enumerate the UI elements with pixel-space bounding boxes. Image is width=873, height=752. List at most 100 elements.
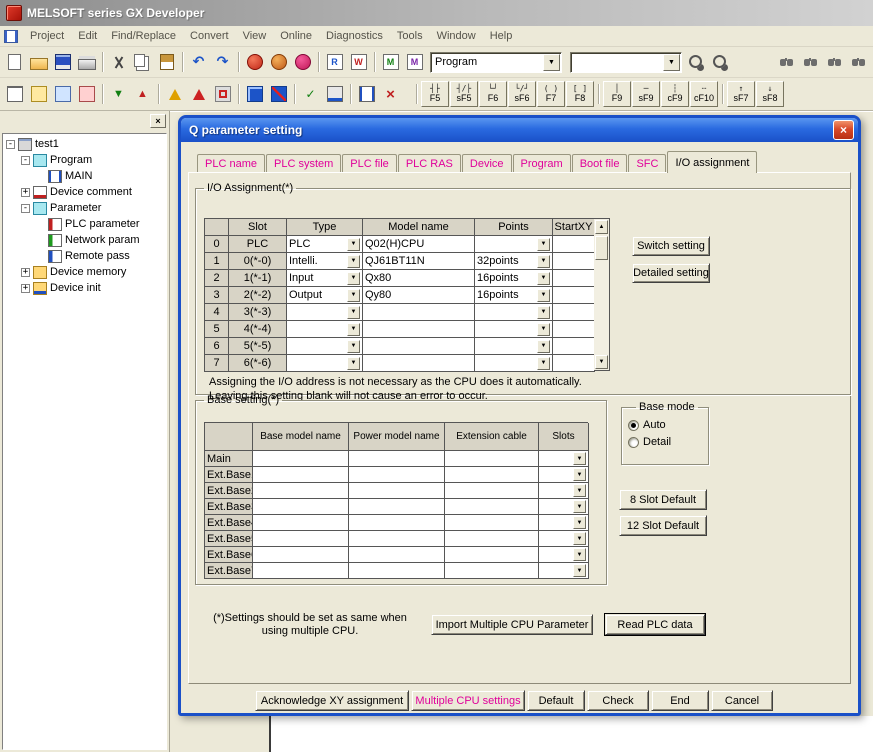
scroll-up-icon[interactable] xyxy=(595,220,608,234)
chevron-down-icon[interactable] xyxy=(347,323,360,336)
tree-expander[interactable]: - xyxy=(21,156,30,165)
detailed-setting-button[interactable]: Detailed setting xyxy=(632,263,710,283)
instruction-list-icon[interactable] xyxy=(267,51,290,73)
base-model-name-cell[interactable] xyxy=(253,531,349,547)
program-type-combo[interactable]: Program xyxy=(430,52,562,73)
menu-item[interactable]: Find/Replace xyxy=(104,28,183,44)
chevron-down-icon[interactable] xyxy=(573,564,586,577)
chevron-down-icon[interactable] xyxy=(537,255,550,268)
clear-icon[interactable] xyxy=(379,83,402,105)
model-name-cell[interactable]: QJ61BT11N xyxy=(363,253,475,270)
type-cell[interactable] xyxy=(287,338,363,355)
comment-edit-icon[interactable] xyxy=(27,83,50,105)
points-cell[interactable]: 16points xyxy=(475,270,553,287)
power-model-name-cell[interactable] xyxy=(349,467,445,483)
chevron-down-icon[interactable] xyxy=(347,238,360,251)
write-mode-icon[interactable] xyxy=(347,51,370,73)
monitor-write-mode-icon[interactable] xyxy=(403,51,426,73)
base-model-name-cell[interactable] xyxy=(253,515,349,531)
project-data-list-icon[interactable] xyxy=(3,83,26,105)
close-icon[interactable] xyxy=(833,120,854,140)
base-model-name-cell[interactable] xyxy=(253,499,349,515)
ladder-display-icon[interactable] xyxy=(243,51,266,73)
tree-item[interactable]: + Device comment xyxy=(3,184,166,200)
default-button[interactable]: Default xyxy=(527,690,585,711)
startxy-cell[interactable] xyxy=(553,321,595,338)
base-model-name-cell[interactable] xyxy=(253,547,349,563)
tree-expander[interactable]: - xyxy=(6,140,15,149)
io-table-scrollbar[interactable] xyxy=(594,218,610,371)
tree-item[interactable]: - Parameter xyxy=(3,200,166,216)
startxy-cell[interactable] xyxy=(553,287,595,304)
fkey-button[interactable]: └┘ F6 xyxy=(479,81,507,107)
tree-item[interactable]: PLC parameter xyxy=(3,216,166,232)
slots-cell[interactable] xyxy=(539,515,589,531)
device-batch-icon[interactable] xyxy=(323,83,346,105)
chevron-down-icon[interactable] xyxy=(573,548,586,561)
fkey-button[interactable]: [ ] F8 xyxy=(566,81,594,107)
menu-item[interactable]: Tools xyxy=(390,28,430,44)
zoom-in-icon[interactable] xyxy=(686,51,709,73)
model-name-cell[interactable]: Qx80 xyxy=(363,270,475,287)
points-cell[interactable] xyxy=(475,338,553,355)
find-device-icon[interactable] xyxy=(775,51,798,73)
chevron-down-icon[interactable] xyxy=(347,272,360,285)
fkey-button[interactable]: │ F9 xyxy=(603,81,631,107)
tree-item[interactable]: - test1 xyxy=(3,136,166,152)
power-model-name-cell[interactable] xyxy=(349,499,445,515)
monitor-mode-icon[interactable] xyxy=(379,51,402,73)
chevron-down-icon[interactable] xyxy=(537,306,550,319)
chevron-down-icon[interactable] xyxy=(537,323,550,336)
extension-cable-cell[interactable] xyxy=(445,451,539,467)
model-name-cell[interactable]: Q02(H)CPU xyxy=(363,236,475,253)
find-string-icon[interactable] xyxy=(823,51,846,73)
track-edit-icon[interactable] xyxy=(211,83,234,105)
menu-item[interactable]: View xyxy=(236,28,274,44)
tab[interactable]: Program xyxy=(513,154,571,173)
read-mode-icon[interactable] xyxy=(323,51,346,73)
tree-expander[interactable]: + xyxy=(21,284,30,293)
print-icon[interactable] xyxy=(75,51,98,73)
tree-item[interactable]: + Device init xyxy=(3,280,166,296)
extension-cable-cell[interactable] xyxy=(445,547,539,563)
power-model-name-cell[interactable] xyxy=(349,563,445,579)
extension-cable-cell[interactable] xyxy=(445,467,539,483)
type-cell[interactable]: Output xyxy=(287,287,363,304)
tree-item[interactable]: - Program xyxy=(3,152,166,168)
extension-cable-cell[interactable] xyxy=(445,531,539,547)
close-icon[interactable] xyxy=(150,114,166,128)
chevron-down-icon[interactable] xyxy=(537,340,550,353)
model-name-cell[interactable]: Qy80 xyxy=(363,287,475,304)
convert-icon[interactable] xyxy=(163,83,186,105)
chevron-down-icon[interactable] xyxy=(347,289,360,302)
chevron-down-icon[interactable] xyxy=(573,532,586,545)
find-instruction-icon[interactable] xyxy=(799,51,822,73)
online-write-icon[interactable] xyxy=(131,83,154,105)
online-read-icon[interactable] xyxy=(107,83,130,105)
fkey-button[interactable]: ↓ sF8 xyxy=(756,81,784,107)
tab[interactable]: Device xyxy=(462,154,512,173)
model-name-cell[interactable] xyxy=(363,338,475,355)
base-model-name-cell[interactable] xyxy=(253,451,349,467)
copy-icon[interactable] xyxy=(131,51,154,73)
chevron-down-icon[interactable] xyxy=(573,484,586,497)
chevron-down-icon[interactable] xyxy=(537,289,550,302)
base-model-name-cell[interactable] xyxy=(253,563,349,579)
parameter-edit-icon[interactable] xyxy=(51,83,74,105)
extension-cable-cell[interactable] xyxy=(445,563,539,579)
tree-item[interactable]: Network param xyxy=(3,232,166,248)
tab[interactable]: SFC xyxy=(628,154,666,173)
monitor-start-icon[interactable] xyxy=(243,83,266,105)
model-name-cell[interactable] xyxy=(363,355,475,372)
power-model-name-cell[interactable] xyxy=(349,451,445,467)
points-cell[interactable] xyxy=(475,304,553,321)
fkey-button[interactable]: └/┘ sF6 xyxy=(508,81,536,107)
chevron-down-icon[interactable] xyxy=(573,468,586,481)
tab[interactable]: PLC name xyxy=(197,154,265,173)
import-multiple-cpu-parameter-button[interactable]: Import Multiple CPU Parameter xyxy=(431,614,593,635)
startxy-cell[interactable] xyxy=(553,355,595,372)
slots-cell[interactable] xyxy=(539,451,589,467)
base-mode-detail-radio[interactable]: Detail xyxy=(628,436,702,448)
startxy-cell[interactable] xyxy=(553,270,595,287)
tab[interactable]: PLC RAS xyxy=(398,154,461,173)
